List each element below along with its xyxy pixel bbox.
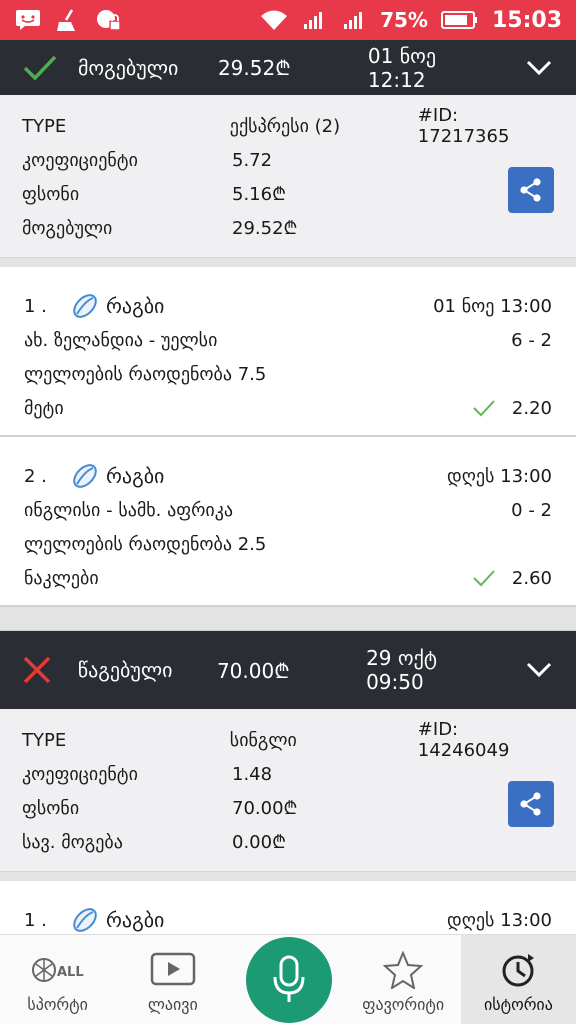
chat-notification-icon: [14, 8, 42, 32]
event-time: დღეს 13:00: [446, 465, 552, 487]
stake-value: 5.16₾: [232, 184, 286, 205]
bet-date: 01 ნოე 12:12: [367, 43, 437, 92]
bet-id: #ID: 14246049: [417, 719, 510, 761]
cross-icon: [22, 655, 62, 685]
nav-live-label: ლაივი: [147, 995, 198, 1014]
signal-1-icon: [300, 8, 328, 32]
star-icon: [383, 945, 424, 995]
bet-header[interactable]: მოგებული 29.52₾ 01 ნოე 12:12: [0, 40, 576, 95]
bet-amount: 29.52₾: [217, 56, 291, 80]
potential-win-value: 0.00₾: [232, 832, 286, 853]
stake-value: 70.00₾: [232, 798, 298, 819]
pick-name: მეტი: [24, 397, 64, 419]
share-icon: [520, 178, 541, 202]
event-time: დღეს 13:00: [446, 909, 552, 931]
bet-id: #ID: 17217365: [417, 105, 510, 147]
signal-2-icon: [340, 8, 368, 32]
checkmark-icon: [22, 54, 62, 82]
status-bar: 75% 15:03: [0, 0, 576, 40]
nav-live[interactable]: ლაივი: [115, 935, 230, 1024]
sports-ball-icon: ALL: [30, 945, 86, 995]
match-name: ახ. ზელანდია - უელსი: [24, 329, 218, 351]
play-video-icon: [150, 945, 196, 995]
nav-history-label: ისტორია: [484, 995, 553, 1014]
nav-favorites[interactable]: ფავორიტი: [346, 935, 461, 1024]
odds-label: კოეფიციენტი: [22, 149, 138, 171]
nav-history[interactable]: ისტორია: [460, 935, 576, 1024]
type-label: TYPE: [22, 115, 67, 137]
odds-value: 5.72: [232, 149, 273, 171]
sport-name: რაგბი: [106, 294, 165, 318]
won-value: 29.52₾: [232, 218, 298, 239]
share-icon: [520, 792, 541, 816]
rugby-ball-icon: [73, 908, 97, 932]
nav-sports[interactable]: ALL სპორტი: [0, 935, 115, 1024]
pick-name: ნაკლები: [24, 567, 99, 589]
selection-item: 1 . რაგბი დღეს 13:00: [0, 881, 576, 934]
selection-item: 1 . რაგბი 01 ნოე 13:00 ახ. ზელანდია - უე…: [0, 267, 576, 437]
divider: [0, 258, 576, 267]
type-value: სინგლი: [229, 729, 297, 751]
type-label: TYPE: [22, 729, 67, 751]
won-label: მოგებული: [22, 217, 113, 239]
all-badge: ALL: [57, 965, 84, 980]
selection-number: 1 .: [24, 295, 47, 317]
nav-favorites-label: ფავორიტი: [362, 995, 445, 1014]
chevron-down-icon[interactable]: [526, 662, 554, 678]
bet-history-list[interactable]: მოგებული 29.52₾ 01 ნოე 12:12 TYPE ექსპრე…: [0, 40, 576, 934]
selection-item: 2 . რაგბი დღეს 13:00 ინგლისი - სამხ. აფრ…: [0, 437, 576, 607]
checkmark-icon: [473, 400, 495, 417]
security-app-icon: [94, 8, 122, 32]
bet-status: მოგებული: [77, 55, 179, 80]
selection-number: 1 .: [24, 909, 47, 931]
odds-label: კოეფიციენტი: [22, 763, 138, 785]
odds-value: 1.48: [232, 763, 273, 785]
pick-odds: 2.20: [511, 397, 552, 419]
market-name: ლელოების რაოდენობა 2.5: [24, 533, 267, 555]
chevron-down-icon[interactable]: [526, 60, 554, 76]
selection-number: 2 .: [24, 465, 47, 487]
bet-info: TYPE ექსპრესი (2) #ID: 17217365 კოეფიციე…: [0, 95, 576, 258]
share-button[interactable]: [508, 167, 554, 213]
bet-date: 29 ოქტ 09:50: [366, 646, 437, 694]
potential-win-label: სავ. მოგება: [22, 831, 123, 853]
match-score: 6 - 2: [511, 329, 552, 351]
share-button[interactable]: [508, 781, 554, 827]
microphone-icon: [273, 955, 305, 1002]
bet-info: TYPE სინგლი #ID: 14246049 კოეფიციენტი 1.…: [0, 709, 576, 872]
bet-separator: [0, 607, 576, 631]
sport-name: რაგბი: [106, 908, 165, 932]
type-value: ექსპრესი (2): [229, 115, 341, 137]
checkmark-icon: [473, 570, 495, 587]
pick-odds: 2.60: [511, 567, 552, 589]
rugby-ball-icon: [73, 294, 97, 318]
stake-label: ფსონი: [22, 183, 80, 205]
voice-search-button[interactable]: [246, 937, 332, 1023]
sport-name: რაგბი: [106, 464, 165, 488]
match-score: 0 - 2: [511, 499, 552, 521]
match-name: ინგლისი - სამხ. აფრიკა: [24, 499, 234, 521]
event-time: 01 ნოე 13:00: [433, 295, 552, 317]
bet-status: წაგებული: [77, 658, 173, 682]
bet-header[interactable]: წაგებული 70.00₾ 29 ოქტ 09:50: [0, 631, 576, 709]
wifi-icon: [260, 8, 288, 32]
history-clock-icon: [498, 945, 538, 995]
rugby-ball-icon: [73, 464, 97, 488]
market-name: ლელოების რაოდენობა 7.5: [24, 363, 267, 385]
broom-cleaner-icon: [54, 8, 82, 32]
bet-amount: 70.00₾: [216, 658, 290, 683]
battery-icon: [440, 8, 480, 32]
battery-percent: 75%: [380, 8, 428, 32]
stake-label: ფსონი: [22, 797, 80, 819]
divider: [0, 872, 576, 881]
nav-sports-label: სპორტი: [27, 995, 88, 1014]
clock: 15:03: [491, 7, 562, 33]
